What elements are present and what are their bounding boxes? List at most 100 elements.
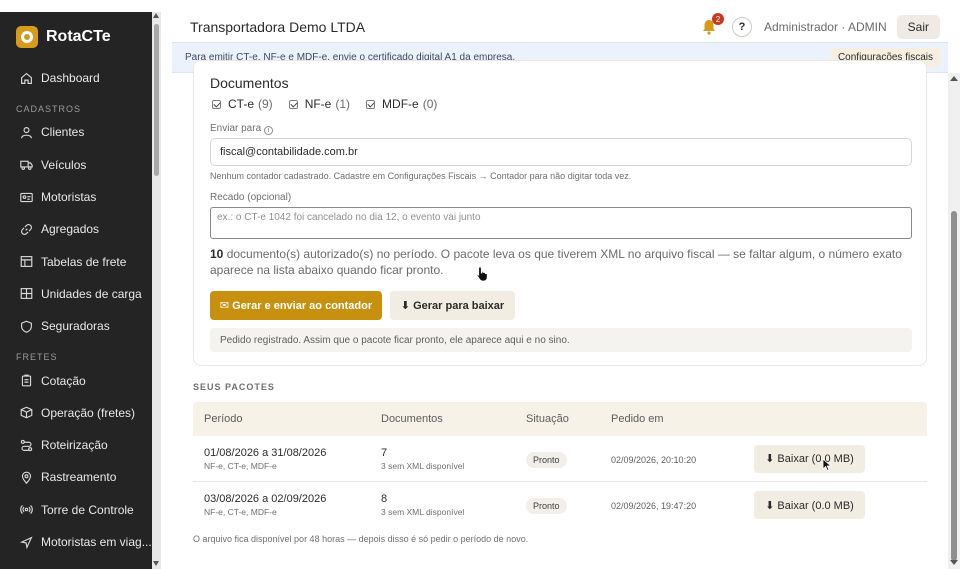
sidebar-item-label: Motoristas em viag...: [41, 535, 152, 549]
checkbox-checked-icon[interactable]: [288, 99, 298, 109]
sidebar-item-veiculos[interactable]: Veículos: [0, 149, 161, 181]
sidebar-item-label: Rastreamento: [41, 470, 117, 485]
sidebar-item-seguradoras[interactable]: Seguradoras: [0, 310, 161, 342]
sidebar-item-torre-de-controle[interactable]: Torre de Controle: [0, 494, 161, 526]
sidebar-section-cadastros: CADASTROS: [16, 104, 82, 115]
scroll-down-arrow-icon[interactable]: [950, 560, 958, 565]
sidebar-item-label: Operação (fretes): [41, 405, 136, 420]
main-scrollbar[interactable]: [948, 73, 960, 569]
sidebar-item-rastreamento[interactable]: Rastreamento: [0, 461, 161, 493]
scroll-down-arrow-icon[interactable]: [153, 561, 159, 566]
row-types: NF-e, CT-e, MDF-e: [204, 460, 277, 471]
route-icon: [20, 439, 33, 451]
column-header-status: Situação: [526, 413, 569, 425]
table-row: 03/08/2026 a 02/09/2026 NF-e, CT-e, MDF-…: [193, 482, 927, 528]
sidebar: RotaCTe Dashboard CADASTROS Clientes Veí…: [0, 12, 161, 569]
rotacte-logo-icon: [16, 26, 38, 48]
row-period: 03/08/2026 a 02/09/2026: [204, 493, 327, 505]
clipboard-icon: [21, 374, 32, 387]
sidebar-item-label: Torre de Controle: [41, 502, 134, 517]
sidebar-item-label: Tabelas de frete: [41, 254, 127, 269]
truck-icon: [20, 160, 33, 171]
brand-name: RotaCTe: [46, 28, 111, 45]
logout-button[interactable]: Sair: [896, 15, 940, 39]
row-period: 01/08/2026 a 31/08/2026: [204, 446, 327, 459]
generate-send-button[interactable]: ✉ Gerar e enviar ao contador: [210, 291, 382, 320]
sidebar-item-label: Motoristas: [41, 190, 97, 205]
sidebar-item-motoristas[interactable]: Motoristas: [0, 181, 161, 213]
packages-table: Período Documentos Situação Pedido em 01…: [193, 402, 927, 528]
column-header-requested: Pedido em: [611, 413, 664, 425]
sidebar-scrollbar-thumb[interactable]: [154, 24, 159, 176]
checkbox-count: (0): [422, 97, 438, 111]
broadcast-icon: [20, 505, 33, 515]
row-docs-note: 3 sem XML disponível: [381, 507, 465, 517]
row-docs-note: 3 sem XML disponível: [381, 460, 465, 471]
scroll-up-arrow-icon[interactable]: [950, 76, 958, 81]
column-header-period: Período: [204, 413, 243, 425]
checkbox-count: (1): [335, 97, 351, 111]
map-pin-icon: [21, 471, 32, 484]
checkbox-mdfe[interactable]: MDF-e (0): [366, 97, 437, 111]
checkbox-cte[interactable]: CT-e (9): [212, 97, 273, 111]
sidebar-item-label: Dashboard: [41, 71, 100, 86]
row-requested: 02/09/2026, 19:47:20: [611, 501, 697, 511]
package-icon: [20, 406, 33, 419]
sidebar-item-label: Clientes: [41, 125, 85, 140]
grid-icon: [20, 288, 33, 300]
home-icon: [21, 72, 32, 84]
summary-count: 10: [210, 247, 224, 261]
sidebar-scrollbar[interactable]: [152, 12, 161, 569]
row-types: NF-e, CT-e, MDF-e: [204, 507, 277, 517]
sidebar-item-unidades-de-carga[interactable]: Unidades de carga: [0, 278, 161, 310]
brand[interactable]: RotaCTe: [0, 12, 161, 62]
column-header-documents: Documentos: [381, 413, 443, 425]
checkbox-checked-icon[interactable]: [366, 99, 376, 109]
sidebar-item-roteirizacao[interactable]: Roteirização: [0, 429, 161, 461]
help-button[interactable]: ?: [731, 17, 752, 37]
footer-note: O arquivo fica disponível por 48 horas —…: [193, 534, 529, 544]
main-scrollbar-thumb[interactable]: [951, 211, 957, 561]
sidebar-item-operacao[interactable]: Operação (fretes): [0, 397, 161, 429]
checkbox-nfe[interactable]: NF-e (1): [288, 97, 351, 111]
sidebar-item-tabelas-de-frete[interactable]: Tabelas de frete: [0, 245, 161, 277]
generate-download-button[interactable]: ⬇ Gerar para baixar: [390, 291, 515, 320]
status-badge: Pronto: [526, 498, 567, 514]
sidebar-item-dashboard[interactable]: Dashboard: [0, 62, 161, 94]
note-label: Recado (opcional): [210, 192, 292, 203]
export-form-card: Documentos CT-e (9) NF-e (1) MDF-e (0) E…: [193, 60, 927, 366]
checkbox-count: (9): [258, 97, 273, 111]
sidebar-item-label: Roteirização: [41, 438, 108, 453]
sidebar-item-cotacao[interactable]: Cotação: [0, 364, 161, 396]
sidebar-item-agregados[interactable]: Agregados: [0, 213, 161, 245]
send-to-label-text: Enviar para: [210, 123, 262, 134]
table-row: 01/08/2026 a 31/08/2026 NF-e, CT-e, MDF-…: [193, 436, 927, 482]
download-package-button[interactable]: ⬇ Baixar (0.0 MB): [754, 491, 865, 519]
row-docs: 7: [381, 446, 388, 459]
arrow-cursor-icon: [822, 458, 832, 472]
user-label: Administrador · ADMIN: [763, 20, 887, 34]
sidebar-item-label: Cotação: [41, 373, 86, 388]
checkbox-checked-icon[interactable]: [212, 99, 221, 109]
id-card-icon: [20, 192, 33, 202]
info-icon[interactable]: i: [264, 126, 274, 135]
sidebar-section-fretes: FRETES: [16, 352, 58, 363]
status-badge: Pronto: [526, 451, 567, 468]
documents-title: Documentos: [210, 75, 289, 91]
download-package-button[interactable]: ⬇ Baixar (0.0 MB): [754, 444, 865, 473]
row-docs: 8: [381, 493, 388, 505]
checkbox-label: NF-e: [304, 97, 332, 111]
user-icon: [21, 126, 32, 139]
sidebar-item-clientes[interactable]: Clientes: [0, 116, 161, 148]
sidebar-item-label: Seguradoras: [41, 319, 110, 334]
contact-hint: Nenhum contador cadastrado. Cadastre em …: [210, 171, 632, 181]
note-textarea[interactable]: [210, 207, 912, 239]
sidebar-item-motoristas-em-viagem[interactable]: Motoristas em viag...: [0, 526, 161, 558]
email-input[interactable]: [210, 138, 912, 166]
shield-icon: [21, 320, 32, 333]
scroll-up-arrow-icon[interactable]: [153, 13, 159, 18]
notification-count-badge: 2: [711, 13, 724, 25]
table-header: Período Documentos Situação Pedido em: [193, 402, 927, 436]
notifications-button[interactable]: 2: [700, 13, 724, 36]
sidebar-item-label: Agregados: [41, 222, 100, 237]
